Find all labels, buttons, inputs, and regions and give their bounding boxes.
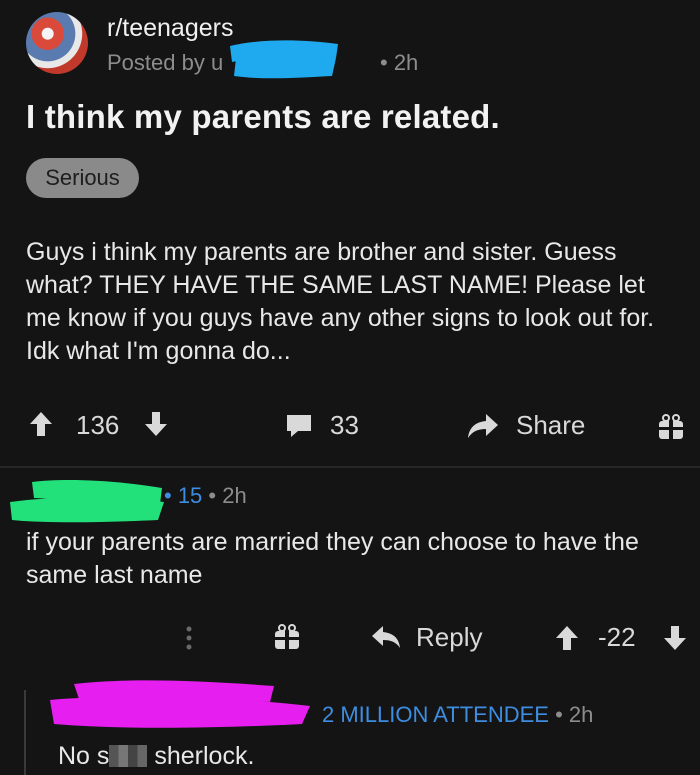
censored-pixelation [109, 745, 148, 767]
comment1-time: • 2h [208, 483, 247, 508]
redaction-scribble-blue [230, 40, 338, 79]
post-body: Guys i think my parents are brother and … [26, 238, 655, 365]
redaction-scribble-pink [50, 680, 310, 728]
award-button[interactable] [656, 412, 686, 442]
share-label[interactable]: Share [516, 410, 585, 441]
comment-count: 33 [330, 410, 359, 440]
upvote-icon [30, 412, 52, 436]
comment1-reply-label[interactable]: Reply [416, 622, 482, 653]
reply-icon [372, 626, 400, 648]
gift-icon [275, 624, 299, 649]
comment2-body-end: sherlock. [147, 742, 255, 770]
comment1-vote-count: -22 [598, 622, 636, 652]
comment1-upvote-button[interactable] [554, 624, 580, 652]
subreddit-name[interactable]: r/teenagers [107, 14, 233, 43]
downvote-icon [664, 626, 686, 650]
more-options-icon [186, 626, 192, 650]
comment2-time: • 2h [555, 702, 594, 727]
post-vote-count: 136 [76, 410, 120, 440]
comments-button[interactable] [284, 412, 314, 440]
comment1-downvote-button[interactable] [662, 624, 688, 652]
comment-icon [287, 415, 311, 437]
share-button[interactable] [466, 412, 500, 440]
comment2-body-start: No s [58, 742, 110, 770]
gift-icon [659, 414, 683, 439]
comment2-author[interactable]: 2 MILLION ATTENDEE [322, 702, 549, 727]
comment2-body: No s sherlock. [58, 742, 254, 771]
comment1-body: if your parents are married they can cho… [26, 528, 639, 589]
comment1-meta: • 15 • 2h [164, 483, 247, 509]
comment1-award-button[interactable] [272, 622, 302, 652]
redaction-scribble-green [10, 480, 164, 523]
comment2-meta: 2 MILLION ATTENDEE • 2h [322, 702, 593, 728]
upvote-button[interactable] [28, 410, 54, 438]
post-flair[interactable]: Serious [26, 158, 139, 198]
comment1-score: • 15 [164, 483, 203, 508]
downvote-button[interactable] [143, 410, 169, 438]
post-title[interactable]: I think my parents are related. [26, 98, 500, 136]
share-icon [468, 414, 498, 438]
comment1-more-button[interactable] [184, 624, 194, 652]
post-time: • 2h [380, 50, 419, 75]
upvote-icon [556, 626, 578, 650]
comment1-reply-button[interactable] [370, 624, 402, 650]
thread-line [24, 690, 26, 775]
posted-by: Posted by u [107, 50, 224, 75]
subreddit-avatar[interactable] [26, 12, 88, 74]
downvote-icon [145, 412, 167, 436]
post-divider [0, 466, 700, 468]
